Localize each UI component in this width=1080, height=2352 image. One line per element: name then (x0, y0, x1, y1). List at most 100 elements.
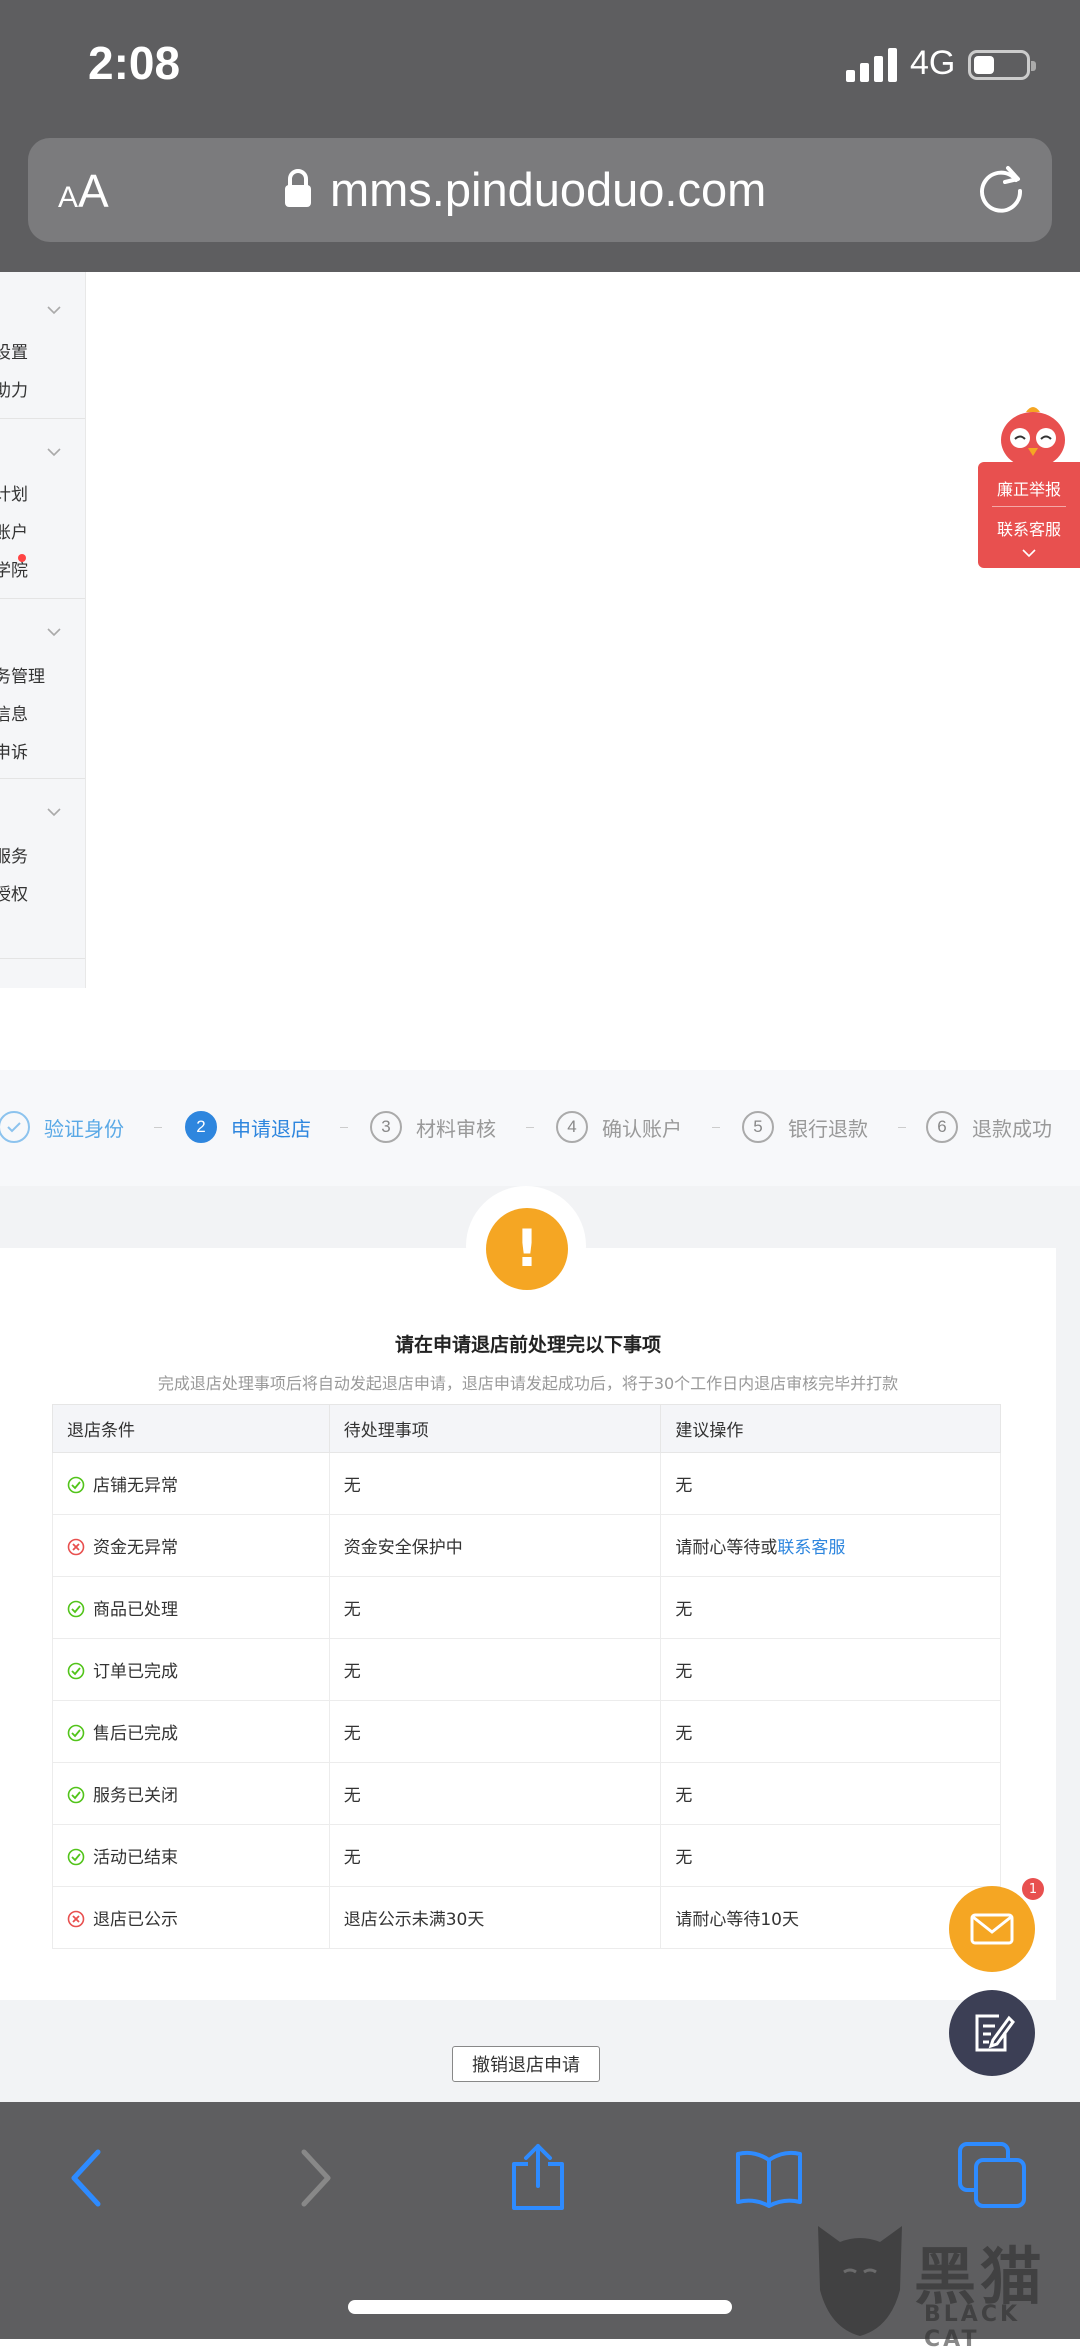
float-panel: 廉正举报 联系客服 (978, 462, 1080, 568)
action-cell: 无 (660, 1824, 1001, 1887)
action-cell: 请耐心等待或联系客服 (660, 1514, 1001, 1577)
step-number: 3 (370, 1111, 402, 1143)
chevron-down-icon[interactable] (1022, 548, 1036, 558)
error-circle-icon (67, 1910, 85, 1928)
pending-cell: 无 (328, 1824, 662, 1887)
chevron-down-icon[interactable] (46, 302, 62, 318)
step-4: 4 确认账户 (556, 1110, 682, 1144)
action-cell: 无 (660, 1762, 1001, 1825)
check-icon (0, 1111, 30, 1143)
sidebar-item[interactable]: 账户 (0, 518, 28, 543)
battery-icon (968, 50, 1036, 80)
step-label: 验证身份 (44, 1116, 124, 1141)
condition-cell: 商品已处理 (52, 1576, 330, 1639)
action-cell: 无 (660, 1638, 1001, 1701)
condition-cell: 店铺无异常 (52, 1452, 330, 1515)
share-icon[interactable] (508, 2142, 568, 2212)
table-row: 活动已结束无无 (52, 1824, 1001, 1887)
network-type: 4G (910, 44, 956, 82)
step-5: 5 银行退款 (742, 1110, 868, 1144)
check-circle-icon (67, 1786, 85, 1804)
condition-cell: 活动已结束 (52, 1824, 330, 1887)
pending-cell: 无 (328, 1700, 662, 1763)
condition-cell: 退店已公示 (52, 1886, 330, 1949)
chevron-down-icon[interactable] (46, 444, 62, 460)
column-header: 退店条件 (52, 1404, 330, 1453)
table-row: 商品已处理无无 (52, 1576, 1001, 1639)
sidebar-item[interactable]: 计划 (0, 480, 28, 505)
table-row: 订单已完成无无 (52, 1638, 1001, 1701)
step-6: 6 退款成功 (926, 1110, 1052, 1144)
sidebar-item[interactable]: 设置 (0, 338, 28, 363)
step-2: 2 申请退店 (185, 1110, 311, 1144)
sidebar-item[interactable]: 授权 (0, 880, 28, 905)
action-cell: 无 (660, 1452, 1001, 1515)
action-cell: 无 (660, 1700, 1001, 1763)
error-circle-icon (67, 1538, 85, 1556)
feedback-button[interactable] (949, 1990, 1035, 2076)
sidebar-item[interactable]: 助力 (0, 376, 28, 401)
check-circle-icon (67, 1476, 85, 1494)
address-bar[interactable]: AA mms.pinduoduo.com (28, 138, 1052, 242)
url-text[interactable]: mms.pinduoduo.com (330, 162, 766, 217)
step-number: 2 (185, 1111, 217, 1143)
pending-cell: 资金安全保护中 (328, 1514, 662, 1577)
condition-cell: 资金无异常 (52, 1514, 330, 1577)
forward-icon[interactable] (296, 2148, 336, 2208)
status-time: 2:08 (88, 37, 181, 89)
pending-cell: 无 (328, 1638, 662, 1701)
condition-cell: 售后已完成 (52, 1700, 330, 1763)
home-indicator (348, 2300, 732, 2314)
message-button[interactable] (949, 1886, 1035, 1972)
back-icon[interactable] (66, 2148, 106, 2208)
pending-cell: 无 (328, 1576, 662, 1639)
table-row: 店铺无异常无无 (52, 1452, 1001, 1515)
step-label: 退款成功 (972, 1116, 1052, 1141)
table-row: 资金无异常 资金安全保护中 请耐心等待或联系客服 (52, 1514, 1001, 1577)
step-1: 验证身份 (0, 1110, 124, 1144)
pending-cell: 无 (328, 1452, 662, 1515)
bookmarks-icon[interactable] (734, 2148, 804, 2208)
column-header: 建议操作 (660, 1404, 1001, 1453)
watermark: 黑猫 BLACK CAT (810, 2220, 1080, 2352)
condition-cell: 订单已完成 (52, 1638, 330, 1701)
step-3: 3 材料审核 (370, 1110, 496, 1144)
column-header: 待处理事项 (328, 1404, 662, 1453)
tabs-icon[interactable] (956, 2140, 1028, 2210)
step-label: 材料审核 (416, 1116, 496, 1141)
chevron-down-icon[interactable] (46, 624, 62, 640)
lock-icon (285, 169, 311, 207)
warning-icon: ! (486, 1208, 568, 1290)
contact-service-link[interactable]: 联系客服 (777, 1538, 845, 1558)
reload-icon[interactable] (972, 160, 1030, 218)
edit-icon (975, 2014, 1015, 2052)
sidebar-item[interactable]: 信息 (0, 700, 28, 725)
report-link[interactable]: 廉正举报 (978, 476, 1080, 500)
step-label: 银行退款 (788, 1116, 868, 1141)
check-circle-icon (67, 1848, 85, 1866)
notification-dot (18, 554, 26, 562)
check-circle-icon (67, 1724, 85, 1742)
mail-icon (970, 1913, 1014, 1945)
step-number: 5 (742, 1111, 774, 1143)
action-cell: 无 (660, 1576, 1001, 1639)
table-row: 售后已完成无无 (52, 1700, 1001, 1763)
conditions-table: 退店条件 待处理事项 建议操作 店铺无异常无无资金无异常 资金安全保护中 请耐心等待… (52, 1404, 1001, 1949)
chevron-down-icon[interactable] (46, 804, 62, 820)
cancel-exit-button[interactable]: 撤销退店申请 (452, 2046, 600, 2082)
steps-bar: 验证身份 2 申请退店 3 材料审核 4 确认账户 5 银行退款 6 退款成功 (0, 1070, 1080, 1186)
check-circle-icon (67, 1662, 85, 1680)
mascot-icon (1001, 407, 1065, 468)
service-link[interactable]: 联系客服 (978, 516, 1080, 540)
sidebar-item[interactable]: 申诉 (0, 738, 28, 763)
unread-badge: 1 (1022, 1878, 1044, 1900)
sidebar-item[interactable]: 服务 (0, 842, 28, 867)
watermark-en: BLACK CAT (924, 2302, 1021, 2352)
step-number: 4 (556, 1111, 588, 1143)
condition-cell: 服务已关闭 (52, 1762, 330, 1825)
text-size-button[interactable]: AA (58, 164, 109, 218)
pending-cell: 无 (328, 1762, 662, 1825)
table-row: 服务已关闭无无 (52, 1762, 1001, 1825)
step-number: 6 (926, 1111, 958, 1143)
sidebar-item[interactable]: 务管理 (0, 662, 45, 687)
